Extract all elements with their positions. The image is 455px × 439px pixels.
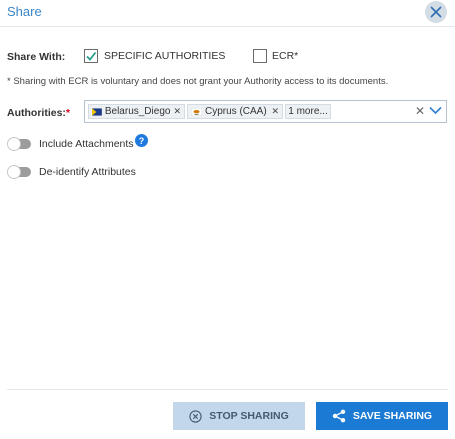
stop-sharing-label: STOP SHARING: [209, 410, 289, 422]
help-icon[interactable]: ?: [135, 134, 148, 147]
ecr-label: ECR*: [272, 50, 299, 62]
checkmark-icon: [86, 51, 97, 61]
authority-chip-belarus: Belarus_Diego ✕: [88, 104, 185, 119]
dialog-header: Share: [0, 0, 455, 24]
stop-circle-icon: [189, 409, 202, 423]
stop-sharing-button[interactable]: STOP SHARING: [173, 402, 305, 430]
more-authorities-chip[interactable]: 1 more...: [285, 104, 331, 119]
save-sharing-label: SAVE SHARING: [352, 410, 433, 422]
include-attachments-toggle[interactable]: [7, 137, 31, 151]
specific-authorities-checkbox[interactable]: [84, 49, 98, 63]
specific-authorities-label: SPECIFIC AUTHORITIES: [104, 50, 226, 62]
chevron-down-icon[interactable]: [429, 106, 442, 115]
required-mark: *: [65, 107, 71, 119]
save-sharing-button[interactable]: SAVE SHARING: [316, 402, 448, 430]
share-with-label: Share With:: [7, 51, 66, 63]
authorities-label: Authorities:*: [7, 107, 70, 119]
ecr-checkbox[interactable]: [253, 49, 267, 63]
remove-chip-icon[interactable]: ✕: [170, 106, 181, 117]
header-divider: [0, 26, 455, 27]
include-attachments-label: Include Attachments: [39, 138, 134, 150]
ecr-note: * Sharing with ECR is voluntary and does…: [7, 76, 389, 87]
deidentify-attributes-label: De-identify Attributes: [39, 166, 136, 178]
remove-chip-icon[interactable]: ✕: [268, 106, 279, 117]
close-button[interactable]: [425, 1, 447, 23]
close-icon: [430, 6, 442, 18]
dialog-title: Share: [7, 4, 42, 19]
authorities-multiselect[interactable]: Belarus_Diego ✕ Cyprus (CAA) ✕ 1 more...: [84, 100, 447, 123]
authority-chip-cyprus: Cyprus (CAA) ✕: [187, 104, 283, 119]
clear-selection-icon[interactable]: ✕: [415, 104, 425, 118]
toggle-knob: [7, 165, 21, 179]
footer-divider: [7, 389, 448, 390]
authority-chip-label: Belarus_Diego: [104, 106, 171, 117]
flag-icon: [92, 107, 102, 116]
deidentify-attributes-toggle[interactable]: [7, 165, 31, 179]
flag-icon: [191, 107, 202, 116]
toggle-knob: [7, 137, 21, 151]
authority-chip-label: Cyprus (CAA): [205, 106, 267, 117]
share-icon: [332, 409, 346, 423]
authorities-label-text: Authorities:: [7, 107, 66, 119]
